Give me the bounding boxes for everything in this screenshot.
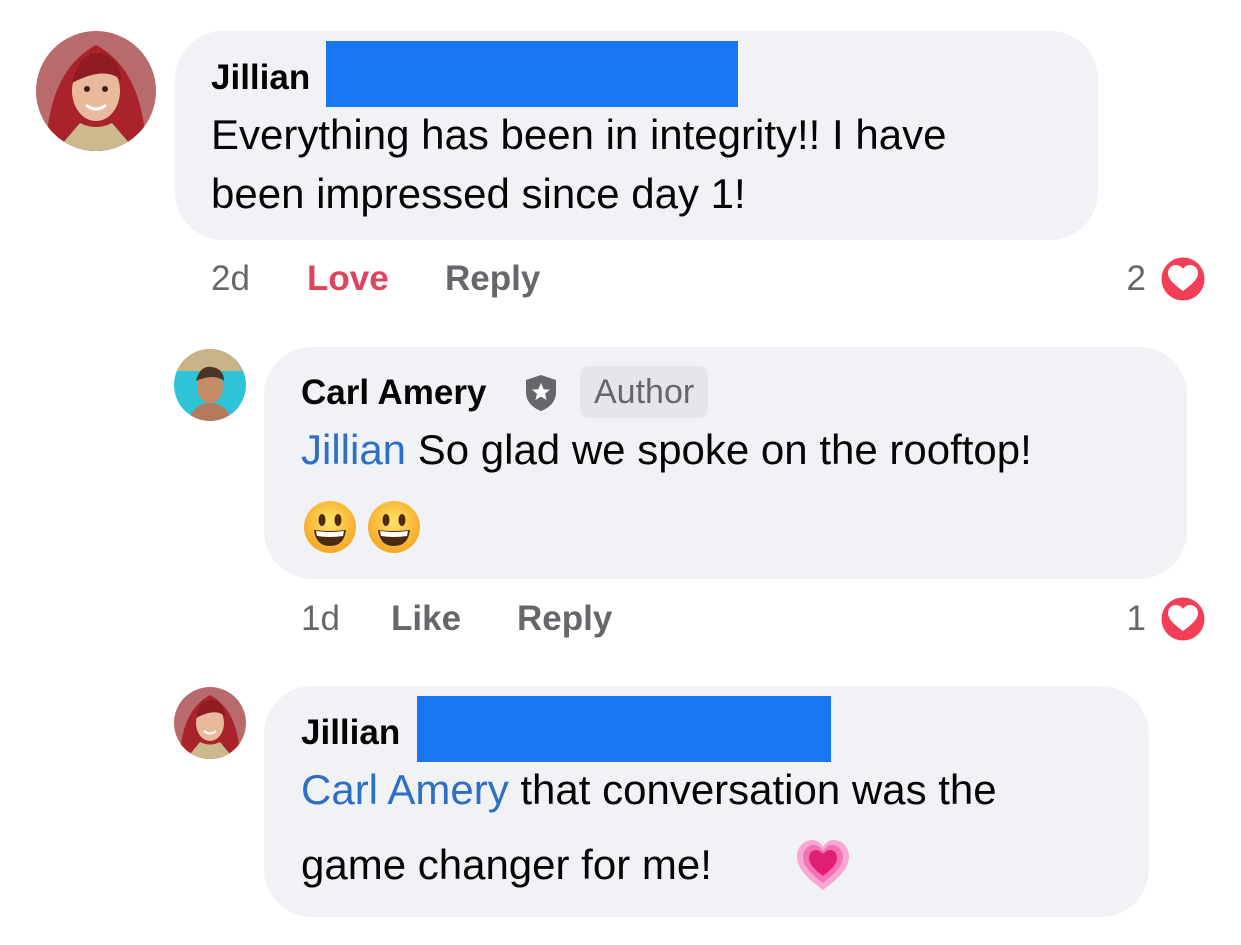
reaction-count[interactable]: 2 xyxy=(1100,259,1146,299)
comment-timestamp: 1d xyxy=(301,599,340,638)
redacted-surname xyxy=(417,696,831,762)
comment-text-line: Everything has been in integrity!! I hav… xyxy=(211,111,947,158)
grinning-face-icon xyxy=(302,499,358,555)
redacted-surname xyxy=(326,41,738,107)
comment-author-name[interactable]: Jillian xyxy=(211,58,310,98)
heart-reaction-icon[interactable] xyxy=(1158,594,1208,644)
comment-text: that conversation was the xyxy=(508,766,997,813)
comment-author-name[interactable]: Jillian xyxy=(301,713,400,753)
comment-text: So glad we spoke on the rooftop! xyxy=(406,426,1032,473)
comment-text-line: game changer for me! xyxy=(301,841,712,888)
author-badge: Author xyxy=(580,366,709,418)
comment-text-line: Carl Amery that conversation was the xyxy=(301,761,997,819)
avatar-jillian[interactable] xyxy=(174,687,246,759)
comment-author-name[interactable]: Carl Amery xyxy=(301,373,486,413)
reply-button[interactable]: Reply xyxy=(517,599,612,639)
shield-star-icon xyxy=(524,374,558,412)
comment-text-line: Jillian So glad we spoke on the rooftop! xyxy=(301,421,1032,479)
like-button[interactable]: Like xyxy=(391,599,461,639)
love-button[interactable]: Love xyxy=(307,259,389,299)
grinning-face-icon xyxy=(366,499,422,555)
growing-heart-icon xyxy=(794,836,852,894)
mention-link[interactable]: Jillian xyxy=(301,426,406,473)
comment-text-line: been impressed since day 1! xyxy=(211,170,746,217)
avatar-carl-amery[interactable] xyxy=(174,349,246,421)
mention-link[interactable]: Carl Amery xyxy=(301,766,509,813)
reaction-count[interactable]: 1 xyxy=(1100,599,1146,639)
reply-button[interactable]: Reply xyxy=(445,259,540,299)
avatar-jillian[interactable] xyxy=(36,31,156,151)
comment-timestamp: 2d xyxy=(211,259,250,298)
heart-reaction-icon[interactable] xyxy=(1158,254,1208,304)
